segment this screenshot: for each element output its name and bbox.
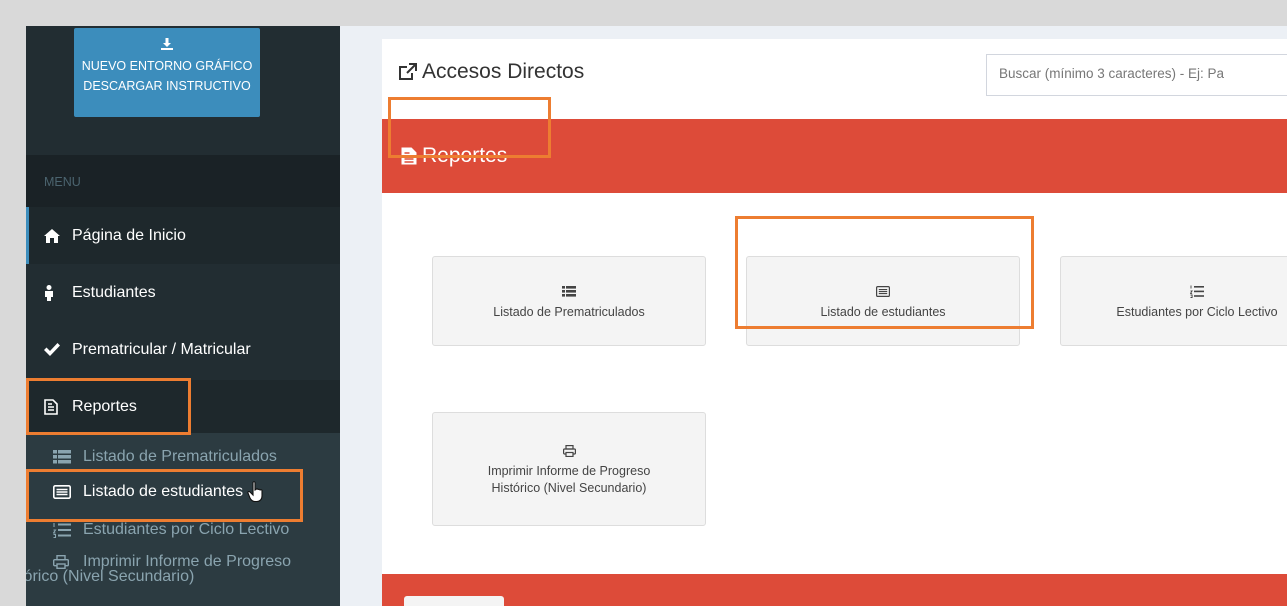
ordered-list-icon xyxy=(1190,282,1204,302)
next-section-header xyxy=(382,574,1287,606)
document-icon xyxy=(400,146,418,166)
download-button-line1: NUEVO ENTORNO GRÁFICO xyxy=(81,59,253,73)
list-icon xyxy=(53,449,75,464)
card-list-icon xyxy=(876,282,890,302)
tile-label: Estudiantes por Ciclo Lectivo xyxy=(1116,304,1278,319)
app-frame: NUEVO ENTORNO GRÁFICO DESCARGAR INSTRUCT… xyxy=(26,26,1287,606)
submenu-item-imprimir-informe[interactable]: Histórico (Nivel Secundario) Imprimir In… xyxy=(26,548,340,592)
reports-submenu: Listado de Prematriculados Listado de es… xyxy=(26,433,340,606)
submenu-item-label: Estudiantes por Ciclo Lectivo xyxy=(83,520,290,538)
submenu-item-listado-estudiantes[interactable]: Listado de estudiantes xyxy=(26,475,340,508)
sidebar: NUEVO ENTORNO GRÁFICO DESCARGAR INSTRUCT… xyxy=(26,26,340,606)
main-content: Accesos Directos Buscar (mínimo 3 caract… xyxy=(382,39,1287,606)
submenu-item-label-line2: Histórico (Nivel Secundario) xyxy=(26,568,195,585)
tile-label: Listado de Prematriculados xyxy=(493,304,645,319)
section-title: Reportes xyxy=(422,144,508,167)
external-link-icon xyxy=(398,63,418,81)
sidebar-item-label: Página de Inicio xyxy=(72,226,186,244)
reports-section-header: Reportes xyxy=(382,119,1287,193)
student-icon xyxy=(44,284,66,301)
sidebar-item-enroll[interactable]: Prematricular / Matricular xyxy=(26,321,340,378)
sidebar-item-home[interactable]: Página de Inicio xyxy=(26,207,340,264)
tile-listado-estudiantes[interactable]: Listado de estudiantes xyxy=(746,256,1020,346)
check-icon xyxy=(44,343,66,356)
card-list-icon xyxy=(53,484,75,499)
printer-icon xyxy=(562,441,576,461)
submenu-item-ciclo-lectivo[interactable]: Estudiantes por Ciclo Lectivo xyxy=(26,513,340,546)
submenu-item-label: Listado de estudiantes xyxy=(83,482,244,500)
tile-label: Listado de estudiantes xyxy=(820,304,946,319)
submenu-item-label: Listado de Prematriculados xyxy=(83,447,277,465)
tile-label-line1: Imprimir Informe de Progreso xyxy=(487,464,651,478)
download-instructions-button[interactable]: NUEVO ENTORNO GRÁFICO DESCARGAR INSTRUCT… xyxy=(74,28,260,117)
sidebar-item-label: Prematricular / Matricular xyxy=(72,340,251,358)
tile-listado-prematriculados[interactable]: Listado de Prematriculados xyxy=(432,256,706,346)
sidebar-item-students[interactable]: Estudiantes xyxy=(26,264,340,321)
page-title: Accesos Directos xyxy=(398,60,584,84)
sidebar-item-reports[interactable]: Reportes xyxy=(26,380,340,433)
download-button-line2: DESCARGAR INSTRUCTIVO xyxy=(83,79,251,93)
search-input[interactable]: Buscar (mínimo 3 caracteres) - Ej: Pa xyxy=(986,54,1287,96)
document-icon xyxy=(44,398,66,415)
ordered-list-icon xyxy=(53,522,75,538)
home-icon xyxy=(44,228,66,243)
menu-header: MENU xyxy=(26,155,340,207)
tile-imprimir-informe[interactable]: Imprimir Informe de Progreso Histórico (… xyxy=(432,412,706,526)
tile-label-line2: Histórico (Nivel Secundario) xyxy=(491,481,647,495)
hand-pointer-icon xyxy=(247,480,265,503)
tile-estudiantes-ciclo-lectivo[interactable]: Estudiantes por Ciclo Lectivo xyxy=(1060,256,1287,346)
page-title-text: Accesos Directos xyxy=(422,60,585,83)
submenu-item-prematriculados[interactable]: Listado de Prematriculados xyxy=(26,440,340,473)
sidebar-item-label: Reportes xyxy=(72,397,137,415)
list-icon xyxy=(562,282,576,302)
download-icon xyxy=(74,36,260,56)
section-tab xyxy=(404,596,504,606)
sidebar-item-label: Estudiantes xyxy=(72,283,156,301)
